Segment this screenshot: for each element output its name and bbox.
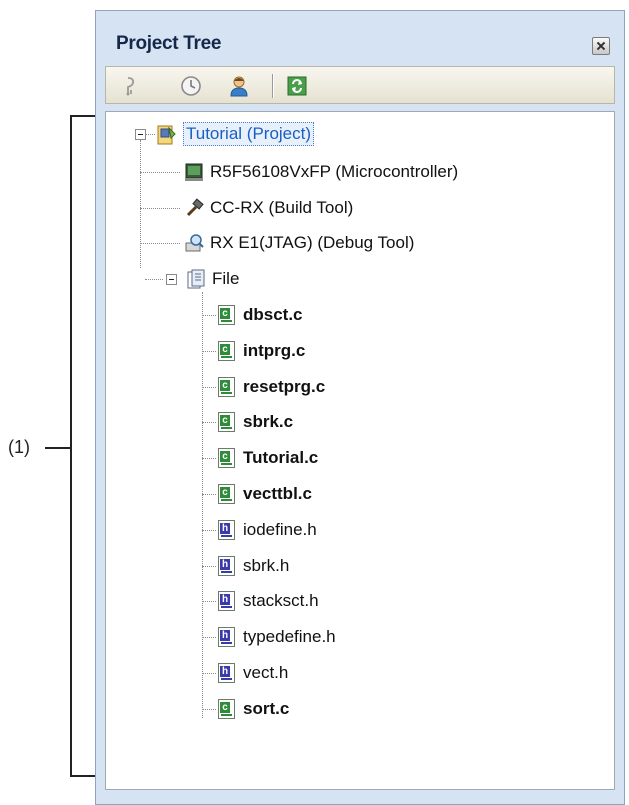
refresh-icon: [287, 76, 307, 96]
tree-node-file[interactable]: c sort.c: [217, 697, 289, 721]
close-button[interactable]: [592, 37, 610, 55]
microcontroller-label: R5F56108VxFP (Microcontroller): [210, 162, 459, 181]
c-source-file-icon: c: [217, 699, 237, 719]
tree-node-file[interactable]: h typedefine.h: [217, 625, 336, 649]
debug-tool-label: RX E1(JTAG) (Debug Tool): [210, 233, 415, 252]
file-label: sbrk.h: [243, 556, 290, 575]
clock-icon: [181, 76, 201, 96]
tree-connector: [202, 494, 216, 495]
tree-node-project[interactable]: Tutorial (Project): [157, 122, 315, 146]
tree-node-file[interactable]: h stacksct.h: [217, 589, 319, 613]
tree-connector: [202, 292, 203, 718]
tree-connector: [145, 134, 155, 135]
file-label: iodefine.h: [243, 520, 317, 539]
tree-connector: [202, 601, 216, 602]
tree-node-file[interactable]: c Tutorial.c: [217, 446, 318, 470]
panel-title: Project Tree: [116, 33, 222, 54]
header-file-icon: h: [217, 520, 237, 540]
callout-tick: [45, 447, 72, 449]
c-source-file-icon: c: [217, 341, 237, 361]
add-item-button[interactable]: [118, 73, 144, 99]
tree-node-file[interactable]: c intprg.c: [217, 339, 305, 363]
build-tool-label: CC-RX (Build Tool): [210, 198, 354, 217]
toolbar-separator: [272, 74, 274, 98]
tree-node-file[interactable]: h sbrk.h: [217, 554, 289, 578]
file-label: sbrk.c: [243, 412, 294, 431]
tree-connector: [202, 387, 216, 388]
file-label: sort.c: [243, 699, 290, 718]
callout-label: (1): [8, 437, 30, 457]
tree-connector: [140, 140, 141, 268]
tree-node-file[interactable]: h iodefine.h: [217, 518, 317, 542]
tree-node-debug-tool[interactable]: RX E1(JTAG) (Debug Tool): [184, 231, 414, 255]
project-label: Tutorial (Project): [183, 122, 315, 146]
file-label: stacksct.h: [243, 591, 319, 610]
file-label: vecttbl.c: [243, 484, 312, 503]
c-source-file-icon: c: [217, 377, 237, 397]
tree-view[interactable]: Tutorial (Project) R5F56108VxFP (Microco…: [105, 111, 615, 790]
refresh-button[interactable]: [284, 73, 310, 99]
tree-node-file[interactable]: c vecttbl.c: [217, 482, 312, 506]
file-label: resetprg.c: [243, 377, 326, 396]
header-file-icon: h: [217, 591, 237, 611]
file-label: intprg.c: [243, 341, 306, 360]
tree-connector: [202, 458, 216, 459]
tree-connector: [202, 351, 216, 352]
project-icon: [157, 124, 177, 145]
user-icon: [230, 76, 248, 97]
tree-connector: [145, 279, 163, 280]
project-collapse-toggle[interactable]: [135, 129, 146, 140]
history-button[interactable]: [178, 73, 204, 99]
project-tree-panel: Project Tree Tutorial (Project) R5F56108…: [95, 10, 625, 805]
tree-connector: [140, 172, 180, 173]
file-label: dbsct.c: [243, 305, 303, 324]
tree-node-file-folder[interactable]: File: [186, 267, 239, 291]
c-source-file-icon: c: [217, 484, 237, 504]
c-source-file-icon: c: [217, 305, 237, 325]
tree-node-file[interactable]: h vect.h: [217, 661, 288, 685]
tree-node-file[interactable]: c resetprg.c: [217, 375, 325, 399]
tree-connector: [140, 208, 180, 209]
c-source-file-icon: c: [217, 412, 237, 432]
file-label: Tutorial.c: [243, 448, 319, 467]
tree-connector: [202, 673, 216, 674]
tree-node-file[interactable]: c sbrk.c: [217, 410, 293, 434]
panel-toolbar: [105, 66, 615, 104]
header-file-icon: h: [217, 627, 237, 647]
callout-bracket: [70, 115, 95, 777]
tree-connector: [202, 530, 216, 531]
header-file-icon: h: [217, 663, 237, 683]
panel-header: Project Tree: [104, 17, 616, 55]
c-source-file-icon: c: [217, 448, 237, 468]
tree-node-microcontroller[interactable]: R5F56108VxFP (Microcontroller): [184, 160, 458, 184]
folder-icon: [186, 269, 206, 289]
tree-node-file[interactable]: c dbsct.c: [217, 303, 303, 327]
debug-tool-icon: [184, 233, 204, 253]
tree-connector: [202, 709, 216, 710]
build-tool-icon: [184, 198, 204, 218]
tree-connector: [140, 243, 180, 244]
file-label: typedefine.h: [243, 627, 336, 646]
header-file-icon: h: [217, 556, 237, 576]
tree-connector: [202, 315, 216, 316]
add-item-icon: [126, 77, 135, 96]
file-label: vect.h: [243, 663, 289, 682]
file-folder-collapse-toggle[interactable]: [166, 274, 177, 285]
file-folder-label: File: [212, 269, 240, 288]
user-button[interactable]: [226, 73, 252, 99]
tree-connector: [202, 566, 216, 567]
tree-node-build-tool[interactable]: CC-RX (Build Tool): [184, 196, 353, 220]
microcontroller-icon: [184, 162, 204, 182]
tree-connector: [202, 422, 216, 423]
tree-connector: [202, 637, 216, 638]
